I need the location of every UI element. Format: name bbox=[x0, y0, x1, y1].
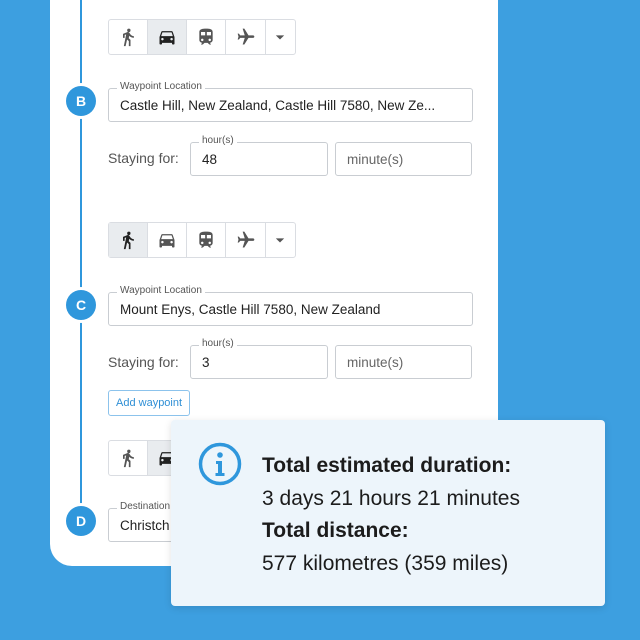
add-waypoint-button[interactable]: Add waypoint bbox=[108, 390, 191, 416]
waypoint-location-input[interactable] bbox=[109, 293, 472, 325]
waypoint-marker-b: B bbox=[66, 86, 96, 116]
duration-label: Total estimated duration: bbox=[262, 454, 512, 477]
distance-label: Total distance: bbox=[262, 519, 409, 542]
train-icon bbox=[199, 231, 214, 248]
car-icon bbox=[159, 234, 175, 248]
hours-field[interactable]: hour(s) bbox=[190, 135, 328, 176]
travel-mode-selector bbox=[108, 222, 296, 258]
walk-icon bbox=[123, 28, 134, 47]
summary-text: Total estimated duration: 3 days 21 hour… bbox=[262, 450, 520, 580]
waypoint-location-input[interactable] bbox=[109, 89, 472, 121]
car-icon bbox=[159, 31, 175, 45]
plane-icon bbox=[237, 28, 254, 45]
trip-summary-panel: Total estimated duration: 3 days 21 hour… bbox=[171, 420, 605, 606]
mode-plane-button[interactable] bbox=[226, 20, 266, 54]
mode-walk-button[interactable] bbox=[109, 441, 149, 475]
hours-input[interactable] bbox=[191, 346, 327, 378]
info-icon bbox=[198, 442, 242, 486]
walk-icon bbox=[123, 449, 134, 468]
mode-car-button[interactable] bbox=[148, 223, 188, 257]
waypoint-marker-c: C bbox=[66, 290, 96, 320]
chevron-down-icon bbox=[276, 35, 285, 40]
waypoint-location-label: Waypoint Location bbox=[117, 285, 205, 296]
minutes-field[interactable] bbox=[335, 142, 472, 176]
hours-input[interactable] bbox=[191, 143, 327, 175]
destination-label: Destination bbox=[117, 501, 174, 512]
mode-walk-button[interactable] bbox=[109, 20, 149, 54]
walk-icon bbox=[123, 231, 134, 250]
train-icon bbox=[199, 28, 214, 45]
hours-field[interactable]: hour(s) bbox=[190, 338, 328, 379]
hours-label: hour(s) bbox=[199, 338, 237, 349]
distance-value: 577 kilometres (359 miles) bbox=[262, 551, 509, 575]
mode-car-button[interactable] bbox=[148, 20, 188, 54]
mode-more-button[interactable] bbox=[266, 20, 295, 54]
mode-train-button[interactable] bbox=[187, 223, 227, 257]
waypoint-location-field[interactable]: Waypoint Location bbox=[108, 285, 473, 326]
waypoint-location-field[interactable]: Waypoint Location bbox=[108, 81, 473, 122]
minutes-input[interactable] bbox=[336, 143, 471, 175]
mode-walk-button[interactable] bbox=[109, 223, 149, 257]
minutes-field[interactable] bbox=[335, 345, 472, 379]
mode-plane-button[interactable] bbox=[226, 223, 266, 257]
waypoint-location-label: Waypoint Location bbox=[117, 81, 205, 92]
travel-mode-selector bbox=[108, 19, 296, 55]
staying-for-label: Staying for: bbox=[108, 354, 179, 370]
mode-more-button[interactable] bbox=[266, 223, 295, 257]
hours-label: hour(s) bbox=[199, 135, 237, 146]
duration-value: 3 days 21 hours 21 minutes bbox=[262, 486, 520, 510]
staying-for-label: Staying for: bbox=[108, 150, 179, 166]
plane-icon bbox=[237, 231, 254, 248]
chevron-down-icon bbox=[276, 238, 285, 243]
minutes-input[interactable] bbox=[336, 346, 471, 378]
timeline-line bbox=[80, 0, 82, 520]
destination-marker-d: D bbox=[66, 506, 96, 536]
mode-train-button[interactable] bbox=[187, 20, 227, 54]
